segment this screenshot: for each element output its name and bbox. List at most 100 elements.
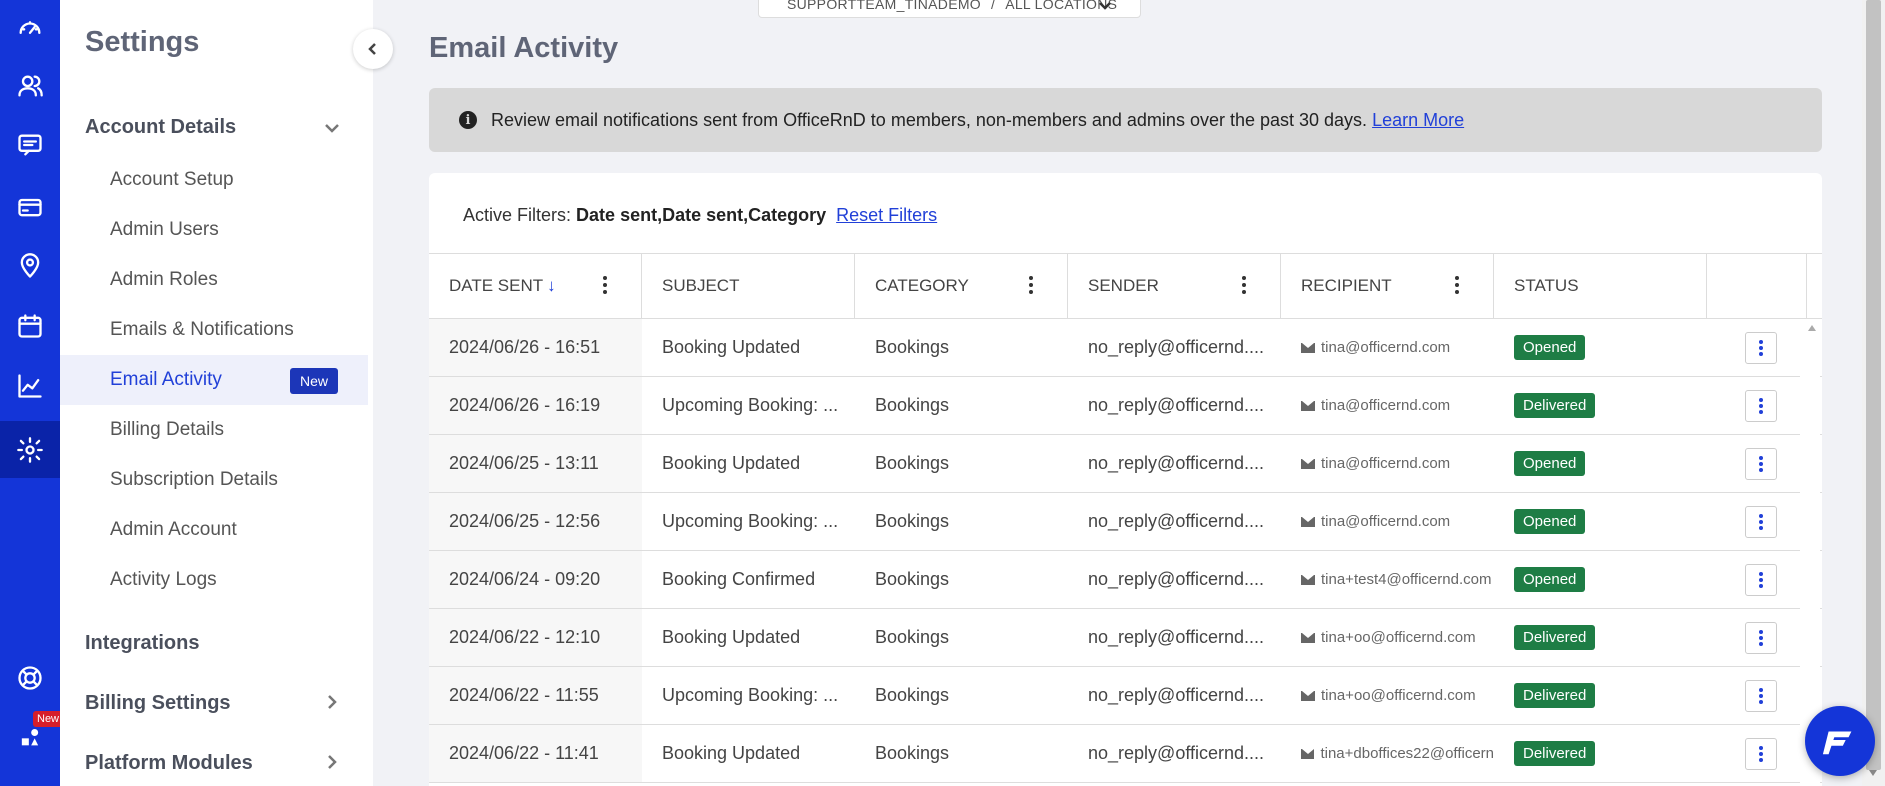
section-integrations[interactable]: Integrations <box>85 632 199 655</box>
cell-sender: no_reply@officernd.... <box>1088 627 1265 647</box>
billing-card-icon[interactable] <box>0 182 60 232</box>
table-row[interactable]: 2024/06/26 - 16:19 Upcoming Booking: ... B… <box>429 377 1822 435</box>
chevron-right-icon[interactable] <box>322 692 342 712</box>
reset-filters-link[interactable]: Reset Filters <box>836 205 937 225</box>
mail-icon <box>1301 342 1315 353</box>
row-menu-button[interactable] <box>1745 331 1777 364</box>
row-menu-button[interactable] <box>1745 505 1777 538</box>
column-status[interactable]: STATUS <box>1494 254 1707 318</box>
sidebar-item-emails-notifications[interactable]: Emails & Notifications <box>60 305 368 355</box>
column-menu-icon[interactable] <box>1242 276 1246 294</box>
row-menu-button[interactable] <box>1745 621 1777 654</box>
status-badge: Delivered <box>1514 625 1596 650</box>
column-subject[interactable]: SUBJECT <box>642 254 855 318</box>
column-actions <box>1707 254 1807 318</box>
row-menu-button[interactable] <box>1745 389 1777 422</box>
sidebar-item-account-setup[interactable]: Account Setup <box>60 155 368 205</box>
row-menu-button[interactable] <box>1745 737 1777 770</box>
calendar-icon[interactable] <box>0 301 60 351</box>
kebab-icon <box>1759 629 1763 646</box>
cell-sender: no_reply@officernd.... <box>1088 569 1265 589</box>
sidebar-item-email-activity[interactable]: Email Activity New <box>60 355 368 405</box>
cell-subject: Booking Updated <box>662 453 801 473</box>
breadcrumb[interactable]: SUPPORTTEAM_TINADEMO / ALL LOCATIONS <box>758 0 1141 18</box>
email-table: DATE SENT ↓ SUBJECT CATEGORY SENDER RECIP… <box>429 253 1822 783</box>
cell-date-sent: 2024/06/24 - 09:20 <box>429 551 642 608</box>
section-billing-settings[interactable]: Billing Settings <box>85 692 231 715</box>
kebab-icon <box>1759 571 1763 588</box>
row-menu-button[interactable] <box>1745 563 1777 596</box>
cell-actions <box>1707 609 1807 666</box>
cell-subject: Booking Updated <box>662 627 801 647</box>
cell-sender: no_reply@officernd.... <box>1088 453 1265 473</box>
table-header: DATE SENT ↓ SUBJECT CATEGORY SENDER RECIP… <box>429 253 1822 319</box>
cell-category: Bookings <box>875 337 950 357</box>
analytics-icon[interactable] <box>0 361 60 411</box>
column-label: DATE SENT <box>449 276 544 295</box>
info-icon: i <box>459 111 477 129</box>
table-row[interactable]: 2024/06/26 - 16:51 Booking Updated Booking… <box>429 319 1822 377</box>
kebab-icon <box>1759 397 1763 414</box>
scroll-up-icon[interactable] <box>1808 325 1816 331</box>
kebab-icon <box>1759 745 1763 762</box>
help-icon[interactable] <box>0 653 60 703</box>
status-badge: Opened <box>1514 567 1586 592</box>
settings-icon[interactable] <box>0 421 60 478</box>
sidebar-item-billing-details[interactable]: Billing Details <box>60 405 368 455</box>
column-menu-icon[interactable] <box>1029 276 1033 294</box>
column-recipient[interactable]: RECIPIENT <box>1281 254 1494 318</box>
table-row[interactable]: 2024/06/22 - 11:55 Upcoming Booking: ... B… <box>429 667 1822 725</box>
row-menu-button[interactable] <box>1745 679 1777 712</box>
info-banner: i Review email notifications sent from O… <box>429 88 1822 152</box>
mail-icon <box>1301 458 1315 469</box>
column-label: SUBJECT <box>662 276 740 295</box>
chat-icon[interactable] <box>0 120 60 170</box>
cell-sender: no_reply@officernd.... <box>1088 395 1265 415</box>
cell-recipient: tina+dboffices22@officern <box>1281 725 1494 782</box>
cell-status: Delivered <box>1494 725 1707 782</box>
column-category[interactable]: CATEGORY <box>855 254 1068 318</box>
scroll-down-icon[interactable] <box>1869 770 1877 776</box>
table-row[interactable]: 2024/06/25 - 12:56 Upcoming Booking: ... B… <box>429 493 1822 551</box>
column-sender[interactable]: SENDER <box>1068 254 1281 318</box>
chevron-right-icon[interactable] <box>322 752 342 772</box>
table-row[interactable]: 2024/06/25 - 13:11 Booking Updated Booking… <box>429 435 1822 493</box>
row-menu-button[interactable] <box>1745 447 1777 480</box>
sidebar-item-admin-users[interactable]: Admin Users <box>60 205 368 255</box>
icon-rail: New <box>0 0 64 786</box>
column-menu-icon[interactable] <box>603 276 607 294</box>
mail-icon <box>1301 516 1315 527</box>
column-date-sent[interactable]: DATE SENT ↓ <box>429 254 642 318</box>
table-row[interactable]: 2024/06/24 - 09:20 Booking Confirmed Booki… <box>429 551 1822 609</box>
cell-date-sent: 2024/06/22 - 11:41 <box>429 725 642 782</box>
sidebar-item-subscription-details[interactable]: Subscription Details <box>60 455 368 505</box>
collapse-sidebar-button[interactable] <box>353 29 393 69</box>
sidebar-item-activity-logs[interactable]: Activity Logs <box>60 555 368 605</box>
column-menu-icon[interactable] <box>1455 276 1459 294</box>
cell-subject: Upcoming Booking: ... <box>662 685 839 705</box>
cell-date-sent: 2024/06/26 - 16:19 <box>429 377 642 434</box>
section-platform-modules[interactable]: Platform Modules <box>85 752 253 775</box>
sidebar-item-admin-roles[interactable]: Admin Roles <box>60 255 368 305</box>
learn-more-link[interactable]: Learn More <box>1372 110 1464 131</box>
table-row[interactable]: 2024/06/22 - 11:41 Booking Updated Booking… <box>429 725 1822 783</box>
cell-category: Bookings <box>875 511 950 531</box>
recipient-text: tina@officernd.com <box>1321 397 1451 414</box>
recipient-text: tina@officernd.com <box>1321 513 1451 530</box>
recipient-text: tina+oo@officernd.com <box>1321 687 1476 704</box>
dashboard-icon[interactable] <box>0 2 60 52</box>
info-text: Review email notifications sent from Off… <box>491 109 1368 130</box>
members-icon[interactable] <box>0 61 60 111</box>
sidebar-item-admin-account[interactable]: Admin Account <box>60 505 368 555</box>
cell-recipient: tina@officernd.com <box>1281 493 1494 550</box>
status-badge: Opened <box>1514 335 1586 360</box>
panel-title: Settings <box>85 26 200 58</box>
cell-date-sent: 2024/06/25 - 12:56 <box>429 493 642 550</box>
table-row[interactable]: 2024/06/22 - 12:10 Booking Updated Booking… <box>429 609 1822 667</box>
community-icon[interactable]: New <box>0 711 64 761</box>
location-pin-icon[interactable] <box>0 241 60 291</box>
officernd-assistant-button[interactable] <box>1805 706 1875 776</box>
page-scrollbar-thumb[interactable] <box>1866 0 1881 770</box>
chevron-down-icon[interactable] <box>322 118 342 138</box>
section-account-details[interactable]: Account Details <box>85 116 236 139</box>
